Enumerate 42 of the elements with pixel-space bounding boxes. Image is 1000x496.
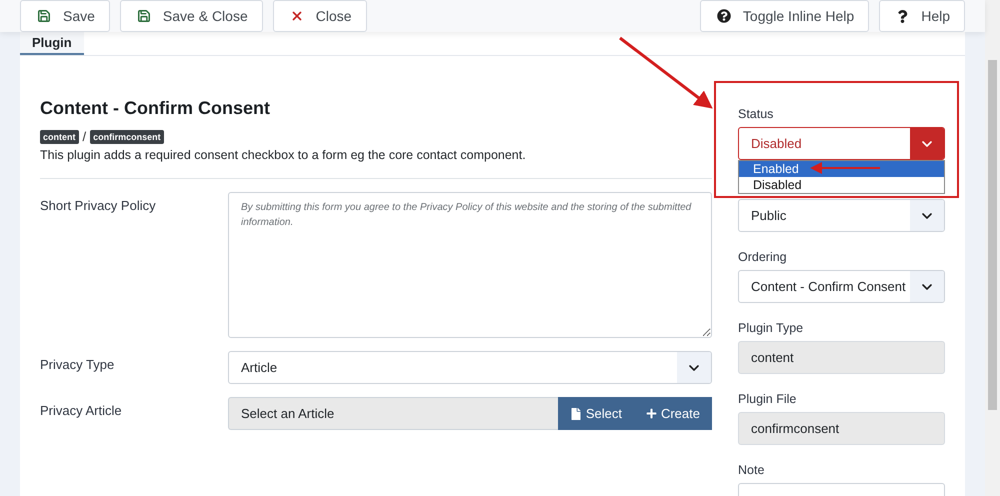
field-label: Short Privacy Policy [40, 197, 157, 215]
readonly-field: content [738, 341, 945, 374]
arrow [810, 162, 880, 174]
scrollbar[interactable] [985, 0, 1000, 496]
plugin-title: Content - Confirm Consent [40, 98, 271, 119]
help-icon [716, 9, 731, 23]
type-select[interactable]: Article [228, 351, 712, 384]
status-select[interactable]: Disabled [738, 127, 945, 160]
field-label: Privacy Type [40, 356, 116, 374]
toolbar-button[interactable]: Save [20, 0, 110, 32]
file-icon [570, 408, 582, 420]
field-label: Plugin File [738, 392, 798, 406]
field-label: Ordering [738, 250, 788, 264]
help-icon [896, 10, 910, 22]
create-button[interactable]: Create [634, 397, 712, 430]
tab[interactable]: Plugin [20, 32, 84, 55]
field-label: Note [738, 463, 766, 477]
caret-icon [910, 271, 944, 302]
readonly-field: confirmconsent [738, 412, 945, 445]
tag-separator: / [82, 129, 86, 144]
dropdown-option[interactable]: Enabled [739, 161, 944, 177]
dropdown-select[interactable]: Content - Confirm Consent [738, 270, 945, 303]
toolbar-button[interactable]: Toggle Inline Help [700, 0, 870, 32]
dropdown-select[interactable]: Public [738, 199, 945, 232]
select-button[interactable]: Select [558, 397, 634, 430]
field-label: Status [738, 107, 774, 121]
policy-textarea[interactable]: By submitting this form you agree to the Privacy Policy of this website and the storing of the submitted information. [228, 192, 712, 338]
plus-icon [646, 408, 657, 419]
caret-icon [677, 352, 711, 383]
save-icon [136, 9, 151, 23]
toolbar-button[interactable]: Save & Close [120, 0, 263, 32]
article-field[interactable]: Select an Article [228, 397, 558, 430]
save-icon [37, 9, 51, 23]
toolbar-button[interactable]: Close [272, 0, 367, 32]
field-label: Privacy Article [40, 402, 123, 420]
caret-icon [910, 200, 944, 231]
toolbar-button[interactable]: Help [879, 0, 965, 32]
field-label: Plugin Type [738, 321, 804, 335]
close-icon [290, 9, 304, 23]
plugin-description: This plugin adds a required consent checkbox to a form eg the core contact component. [40, 148, 527, 162]
tag: content [40, 130, 78, 144]
tag: confirmconsent [90, 130, 164, 144]
